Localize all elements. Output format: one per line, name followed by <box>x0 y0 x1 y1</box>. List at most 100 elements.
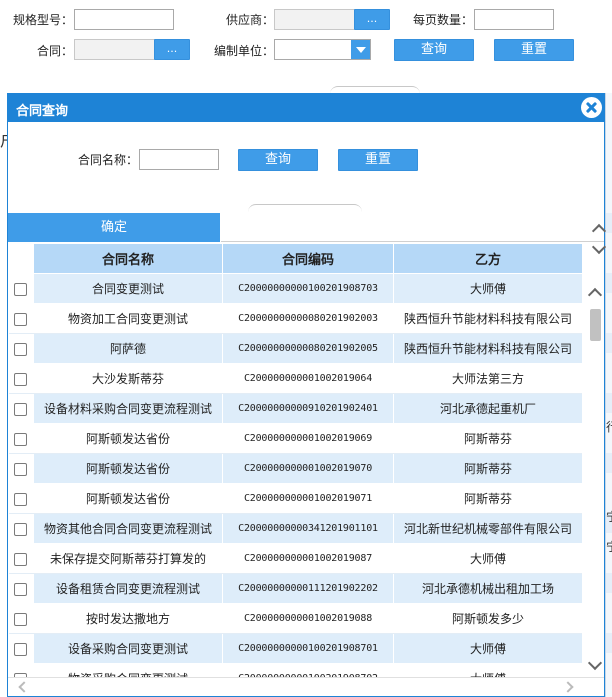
grid-horizontal-scrollbar[interactable] <box>8 677 604 696</box>
cell-contract-name: 物资其他合同合同变更流程测试 <box>33 513 223 544</box>
table-row[interactable]: 设备材料采购合同变更流程测试 C20000000000910201902401 河北… <box>8 393 582 424</box>
reset-button[interactable]: 重置 <box>494 39 574 61</box>
table-row[interactable]: 物资加工合同变更测试 C20000000000080201902003 陕西恒升节能… <box>8 303 582 334</box>
supplier-label: 供应商： <box>226 13 275 27</box>
row-checkbox-cell[interactable] <box>8 483 34 514</box>
grid-vertical-scrollbar[interactable] <box>586 284 604 676</box>
row-checkbox[interactable] <box>14 342 28 356</box>
cell-contract-name: 设备租赁合同变更流程测试 <box>33 573 223 604</box>
table-row[interactable]: 阿萨德 C20000000000080201902005 陕西恒升节能材料科技有限公… <box>8 333 582 364</box>
cell-contract-name: 按时发达撒地方 <box>33 603 223 634</box>
cell-contract-name: 阿斯顿发达省份 <box>33 453 223 484</box>
table-row[interactable]: 阿斯顿发达省份 C200000000001002019069 阿斯蒂芬 <box>8 423 582 454</box>
scroll-down-icon[interactable] <box>587 655 603 671</box>
row-checkbox-cell[interactable] <box>8 423 34 454</box>
background-text-fragment: 行 <box>606 418 612 435</box>
row-checkbox[interactable] <box>14 582 28 596</box>
row-checkbox[interactable] <box>14 432 28 446</box>
contract-picker-button[interactable]: ... <box>154 39 190 60</box>
cell-party-b: 阿斯蒂芬 <box>393 453 582 484</box>
cell-contract-name: 阿萨德 <box>33 333 223 364</box>
row-checkbox[interactable] <box>14 522 28 536</box>
query-button[interactable]: 查询 <box>394 39 474 61</box>
row-checkbox[interactable] <box>14 552 28 566</box>
dialog-query-button[interactable]: 查询 <box>238 149 318 171</box>
cell-party-b: 大师傅 <box>393 663 582 677</box>
scroll-up-icon[interactable] <box>587 287 603 303</box>
row-checkbox[interactable] <box>14 462 28 476</box>
scroll-right-icon[interactable] <box>562 681 574 693</box>
contract-input[interactable] <box>74 39 156 60</box>
cell-contract-name: 大沙发斯蒂芬 <box>33 363 223 394</box>
cell-party-b: 陕西恒升节能材料科技有限公司 <box>393 303 582 334</box>
table-row[interactable]: 合同变更测试 C20000000000100201908703 大师傅 <box>8 273 582 304</box>
table-row[interactable]: 阿斯顿发达省份 C200000000001002019070 阿斯蒂芬 <box>8 453 582 484</box>
cell-contract-name: 设备采购合同变更测试 <box>33 633 223 664</box>
row-checkbox[interactable] <box>14 642 28 656</box>
column-header-party[interactable]: 乙方 <box>393 243 582 274</box>
table-row[interactable]: 设备采购合同变更测试 C20000000000100201908701 大师傅 <box>8 633 582 664</box>
row-checkbox-cell[interactable] <box>8 393 34 424</box>
column-header-code[interactable]: 合同编码 <box>222 243 394 274</box>
row-checkbox[interactable] <box>14 402 28 416</box>
cell-party-b: 大师傅 <box>393 633 582 664</box>
supplier-picker-button[interactable]: ... <box>354 9 390 30</box>
row-checkbox-cell[interactable] <box>8 633 34 664</box>
dialog-collapse-handle[interactable] <box>248 204 362 212</box>
cell-contract-code: C200000000001002019070 <box>222 453 394 484</box>
row-checkbox-cell[interactable] <box>8 663 34 677</box>
cell-contract-name: 设备材料采购合同变更流程测试 <box>33 393 223 424</box>
row-checkbox-cell[interactable] <box>8 573 34 604</box>
supplier-input[interactable] <box>274 9 356 30</box>
cell-contract-code: C20000000000910201902401 <box>222 393 394 424</box>
grid-header-row: 合同名称 合同编码 乙方 <box>8 243 582 274</box>
row-checkbox-cell[interactable] <box>8 273 34 304</box>
background-grid-edge: 行宁宁 <box>605 93 612 697</box>
per-page-input[interactable] <box>474 9 554 30</box>
page-scrollbar[interactable] <box>590 222 608 262</box>
table-row[interactable]: 物资采购合同变更测试C20000000000100201908702大师傅 <box>8 663 582 677</box>
row-checkbox-cell[interactable] <box>8 453 34 484</box>
scroll-thumb[interactable] <box>590 309 601 341</box>
table-row[interactable]: 未保存提交阿斯蒂芬打算发的 C200000000001002019087 大师傅 <box>8 543 582 574</box>
row-checkbox[interactable] <box>14 282 28 296</box>
confirm-button[interactable]: 确定 <box>8 213 221 242</box>
cell-contract-name: 阿斯顿发达省份 <box>33 483 223 514</box>
row-checkbox[interactable] <box>14 372 28 386</box>
table-row[interactable]: 物资其他合同合同变更流程测试 C20000000000341201901101 河北… <box>8 513 582 544</box>
cell-contract-name: 未保存提交阿斯蒂芬打算发的 <box>33 543 223 574</box>
cell-party-b: 河北承德机械出租加工场 <box>393 573 582 604</box>
cell-party-b: 阿斯顿发多少 <box>393 603 582 634</box>
row-checkbox-cell[interactable] <box>8 543 34 574</box>
row-checkbox-cell[interactable] <box>8 363 34 394</box>
scroll-left-icon[interactable] <box>18 681 30 693</box>
row-checkbox-cell[interactable] <box>8 603 34 634</box>
chevron-down-icon[interactable] <box>351 40 370 59</box>
table-row[interactable]: 大沙发斯蒂芬 C200000000001002019064 大师法第三方 <box>8 363 582 394</box>
background-text-fragment: 宁 <box>606 508 612 525</box>
page-scroll-up-icon[interactable] <box>591 223 607 239</box>
row-checkbox-cell[interactable] <box>8 513 34 544</box>
spec-label: 规格型号： <box>13 13 74 27</box>
column-header-name[interactable]: 合同名称 <box>33 243 223 274</box>
contract-grid: 合同名称 合同编码 乙方 合同变更测试 C20000000000100201908… <box>8 243 582 677</box>
row-checkbox[interactable] <box>14 612 28 626</box>
row-checkbox-cell[interactable] <box>8 333 34 364</box>
dialog-reset-button[interactable]: 重置 <box>338 149 418 171</box>
row-checkbox[interactable] <box>14 312 28 326</box>
cell-contract-code: C200000000001002019088 <box>222 603 394 634</box>
table-row[interactable]: 设备租赁合同变更流程测试 C20000000000111201902202 河北承德… <box>8 573 582 604</box>
cell-contract-code: C20000000000111201902202 <box>222 573 394 604</box>
spec-input[interactable] <box>74 9 174 30</box>
close-icon[interactable] <box>581 97 602 118</box>
row-checkbox[interactable] <box>14 492 28 506</box>
cell-party-b: 陕西恒升节能材料科技有限公司 <box>393 333 582 364</box>
page-scroll-down-icon[interactable] <box>591 239 607 255</box>
contract-name-input[interactable] <box>139 149 219 170</box>
cell-contract-code: C200000000001002019064 <box>222 363 394 394</box>
row-checkbox-cell[interactable] <box>8 303 34 334</box>
table-row[interactable]: 按时发达撒地方 C200000000001002019088 阿斯顿发多少 <box>8 603 582 634</box>
cell-party-b: 河北承德起重机厂 <box>393 393 582 424</box>
table-row[interactable]: 阿斯顿发达省份 C200000000001002019071 阿斯蒂芬 <box>8 483 582 514</box>
org-select[interactable] <box>274 39 371 60</box>
